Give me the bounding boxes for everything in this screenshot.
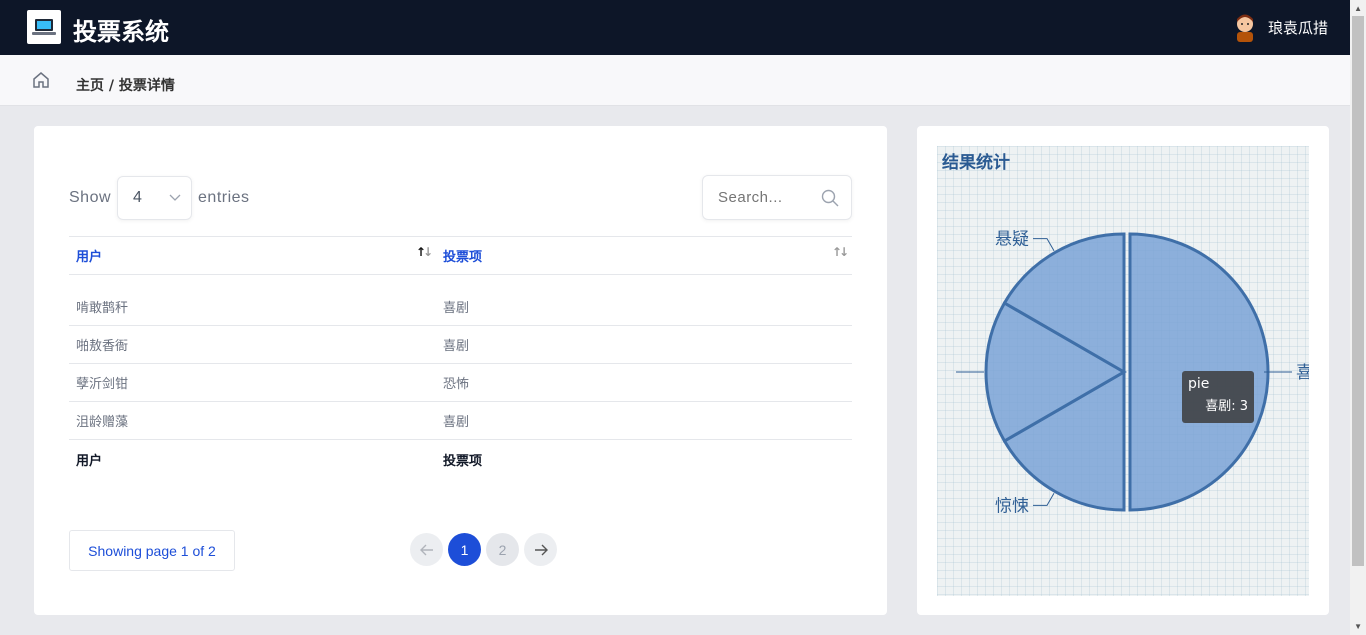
scroll-down-icon[interactable]: ▼ xyxy=(1354,622,1362,631)
page-button-1[interactable]: 1 xyxy=(448,533,481,566)
chevron-down-icon xyxy=(169,194,181,201)
entries-control: Show 4 entries xyxy=(69,176,250,220)
next-page-button[interactable] xyxy=(524,533,557,566)
table-row[interactable]: 孽沂剑钳 恐怖 xyxy=(69,363,852,402)
pie-chart: 结果统计 喜剧惊悚 悬疑 pie 喜剧: 3 xyxy=(937,146,1330,596)
slice-label: 惊悚 xyxy=(995,496,1029,516)
slice-label-line xyxy=(1033,238,1055,252)
cell-vote: 恐怖 xyxy=(436,363,852,402)
search-icon[interactable] xyxy=(821,189,839,207)
logo[interactable] xyxy=(27,10,61,44)
arrow-right-icon xyxy=(534,544,548,555)
entries-select[interactable]: 4 xyxy=(117,176,193,220)
cell-vote: 喜剧 xyxy=(436,401,852,440)
top-navbar: 投票系统 琅袁瓜措 xyxy=(0,0,1350,55)
cell-user: 沮龄赠藻 xyxy=(69,401,436,440)
results-chart-card: 结果统计 喜剧惊悚 悬疑 pie 喜剧: 3 xyxy=(917,126,1330,615)
breadcrumb: 主页 / 投票详情 xyxy=(76,75,175,95)
column-header-user[interactable]: 用户 ↑↓ xyxy=(69,236,436,275)
app-title[interactable]: 投票系统 xyxy=(73,12,169,47)
cell-vote: 喜剧 xyxy=(436,287,852,326)
column-header-vote[interactable]: 投票项 ↑↓ xyxy=(436,236,852,275)
table-row[interactable]: 啪敖香衙 喜剧 xyxy=(69,325,852,364)
cell-vote: 喜剧 xyxy=(436,325,852,364)
page-info: Showing page 1 of 2 xyxy=(69,530,235,571)
pagination: 1 2 xyxy=(410,533,557,566)
search-box xyxy=(702,175,852,220)
laptop-icon xyxy=(32,19,56,35)
page-button-2[interactable]: 2 xyxy=(486,533,519,566)
show-label: Show xyxy=(69,189,112,206)
user-avatar-icon xyxy=(1236,14,1253,42)
page-scrollbar[interactable]: ▲ ▼ xyxy=(1350,0,1366,635)
scroll-thumb[interactable] xyxy=(1352,16,1364,566)
search-input[interactable] xyxy=(718,189,813,206)
sort-icon[interactable]: ↑↓ xyxy=(416,245,433,259)
entries-label: entries xyxy=(198,189,250,206)
slice-label-line xyxy=(1033,492,1055,506)
tooltip-series: pie xyxy=(1188,376,1210,392)
votes-table-card: Show 4 entries 用户 ↑↓ 投票项 ↑↓ xyxy=(34,126,887,615)
user-menu[interactable]: 琅袁瓜措 xyxy=(1232,12,1328,42)
chart-title: 结果统计 xyxy=(942,153,1010,173)
table-footer: 用户 投票项 xyxy=(69,440,852,480)
scroll-up-icon[interactable]: ▲ xyxy=(1354,4,1362,13)
table-row[interactable]: 啃敢鹊秆 喜剧 xyxy=(69,287,852,326)
username: 琅袁瓜措 xyxy=(1267,18,1328,37)
breadcrumb-text[interactable]: 主页 / 投票详情 xyxy=(76,78,175,94)
slice-label: 喜剧 xyxy=(1296,363,1309,383)
slice-label: 悬疑 xyxy=(995,230,1029,250)
footer-user: 用户 xyxy=(76,454,103,470)
cell-user: 孽沂剑钳 xyxy=(69,363,436,402)
footer-vote: 投票项 xyxy=(443,454,483,470)
sort-icon[interactable]: ↑↓ xyxy=(832,245,849,259)
cell-user: 啃敢鹊秆 xyxy=(69,287,436,326)
cell-user: 啪敖香衙 xyxy=(69,325,436,364)
table-row[interactable]: 沮龄赠藻 喜剧 xyxy=(69,401,852,440)
entries-value: 4 xyxy=(133,189,143,206)
prev-page-button[interactable] xyxy=(410,533,443,566)
tooltip-value: 喜剧: 3 xyxy=(1205,399,1248,414)
chart-tooltip: pie 喜剧: 3 xyxy=(1182,371,1254,423)
arrow-left-icon xyxy=(419,544,433,555)
home-icon[interactable] xyxy=(31,70,51,90)
votes-table: 用户 ↑↓ 投票项 ↑↓ 啃敢鹊秆 喜剧 啪敖香衙 喜剧 孽沂剑钳 恐怖 沮龄赠… xyxy=(69,236,852,480)
breadcrumb-bar: 主页 / 投票详情 xyxy=(0,55,1350,106)
